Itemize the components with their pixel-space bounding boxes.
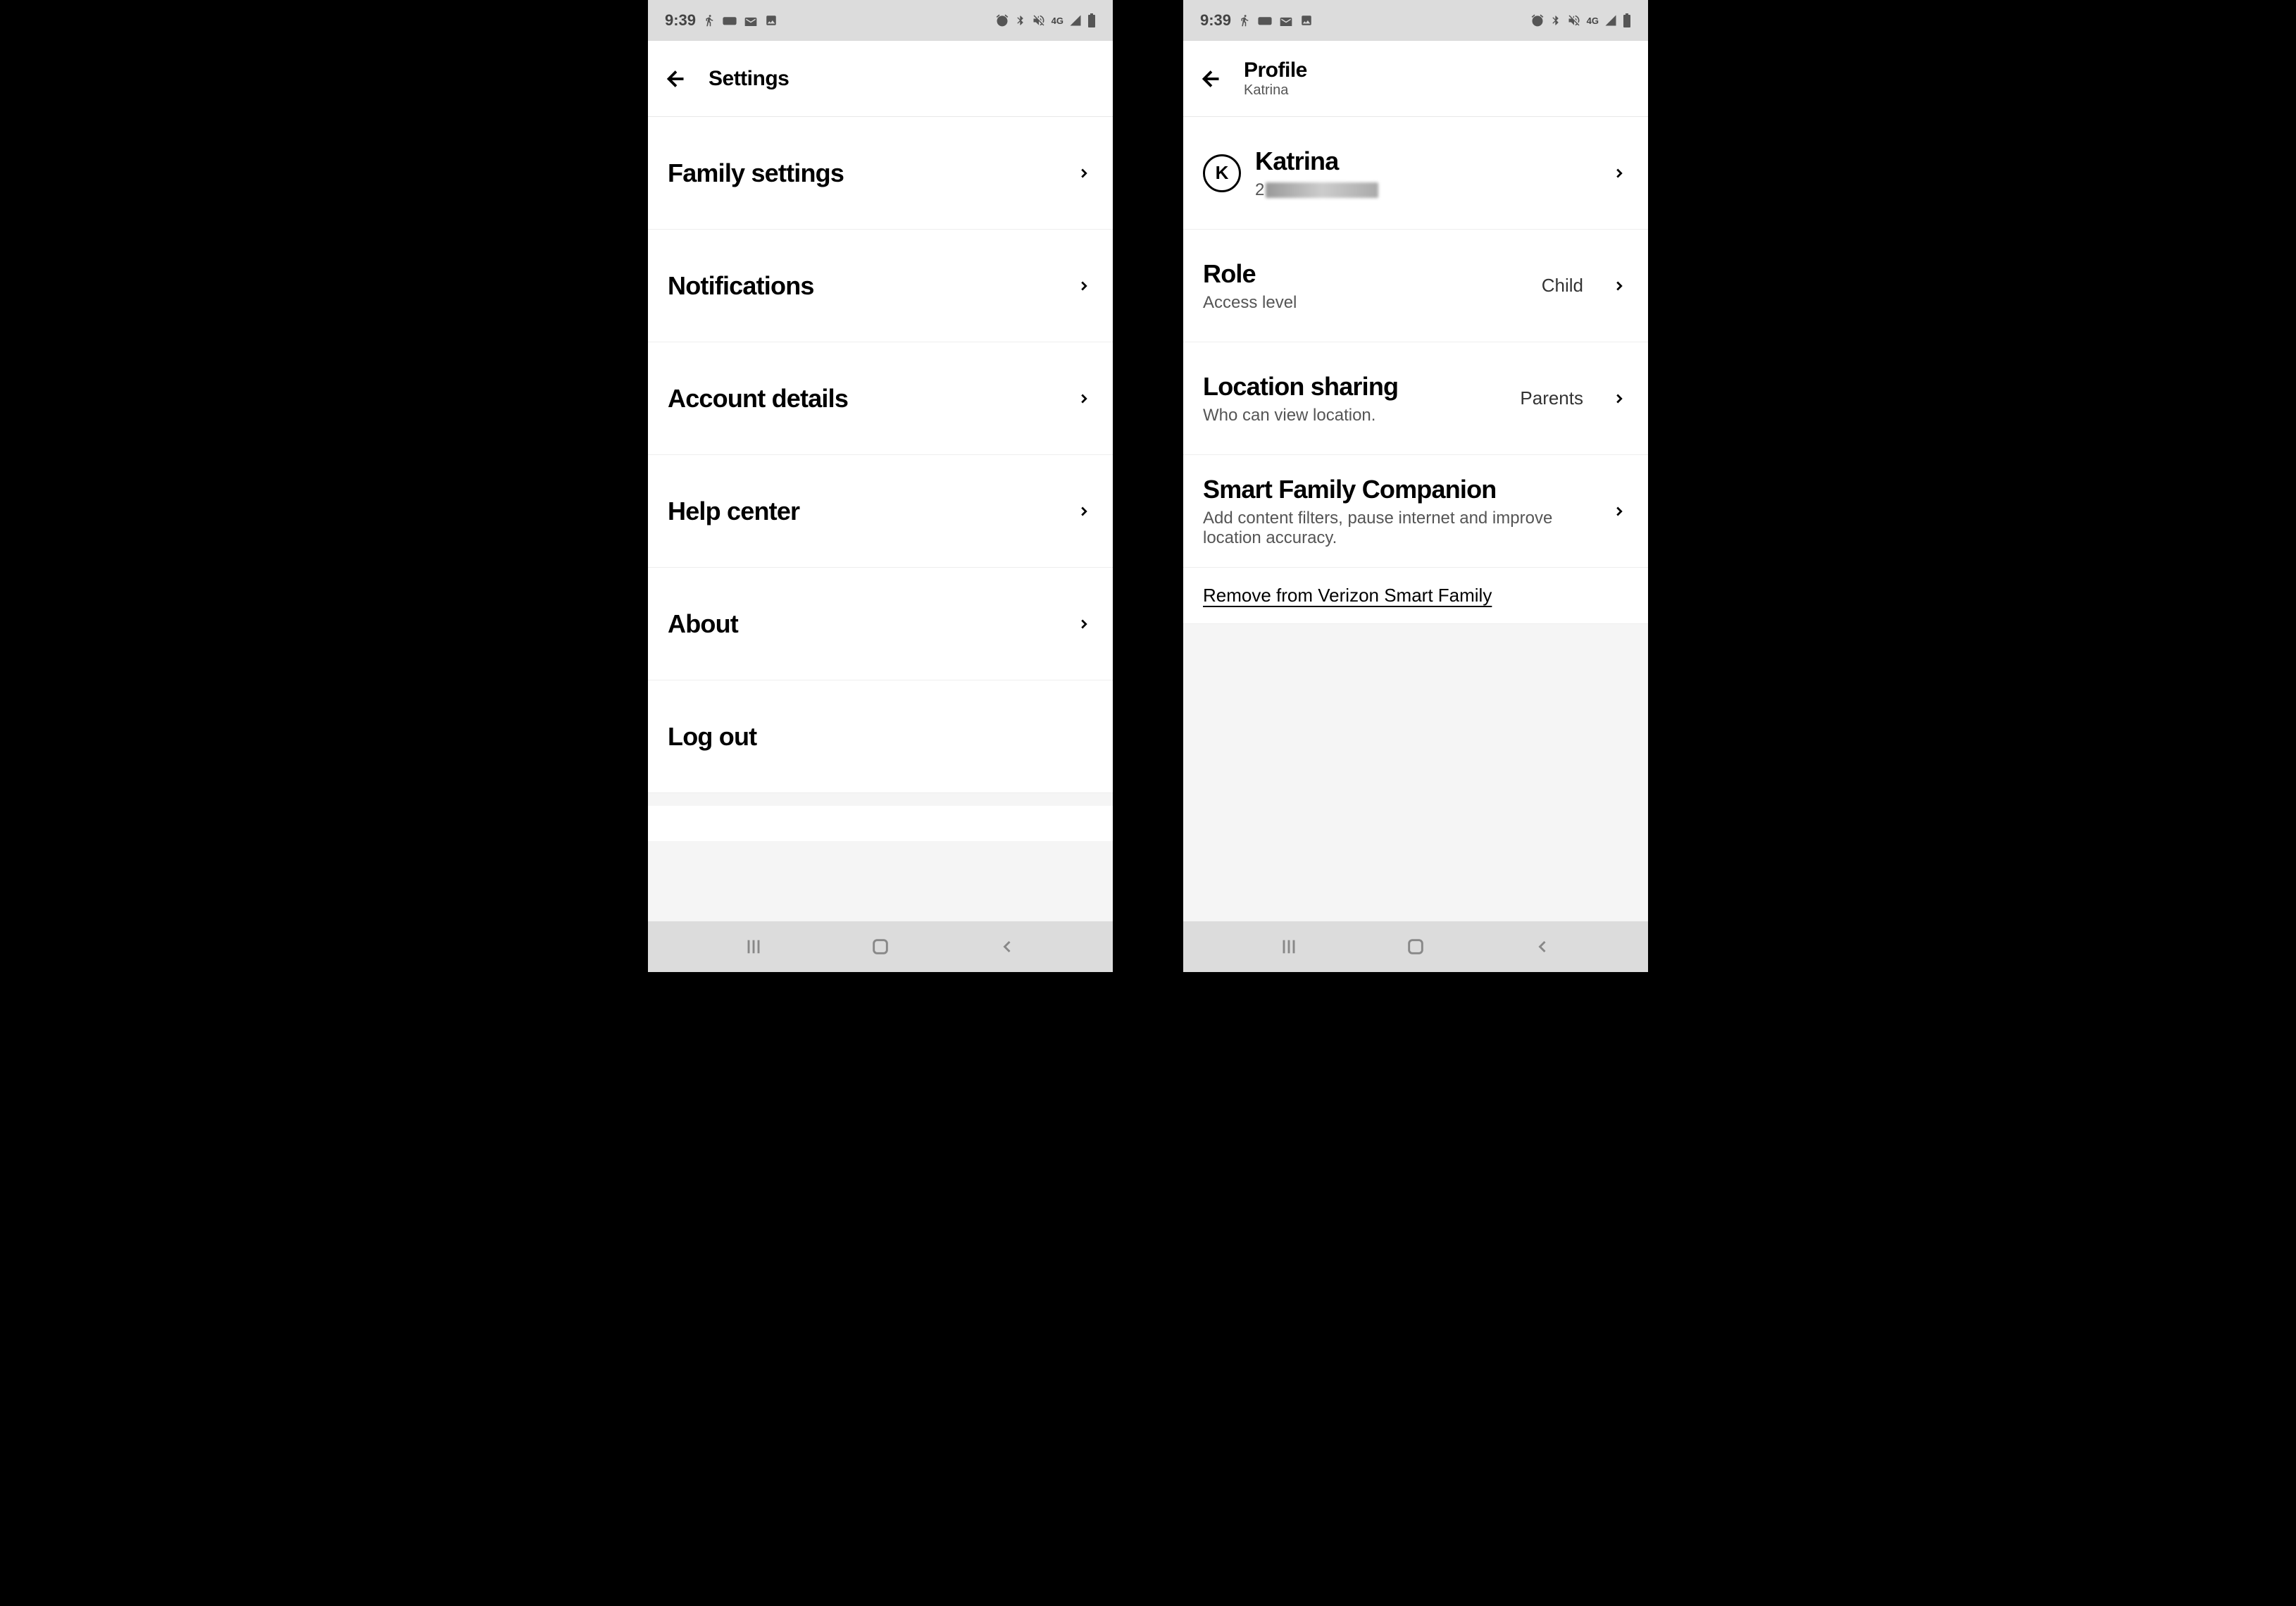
image-icon: [765, 14, 778, 27]
notifications-item[interactable]: Notifications: [648, 230, 1113, 342]
battery-icon: [1087, 13, 1096, 27]
profile-header-item[interactable]: K Katrina 2: [1183, 117, 1648, 230]
list-item-title: Notifications: [668, 271, 1061, 301]
network-4g-icon: 4G: [1052, 15, 1063, 26]
avatar-letter: K: [1216, 162, 1229, 184]
status-time: 9:39: [665, 11, 696, 30]
home-button[interactable]: [1400, 931, 1431, 962]
location-sharing-item[interactable]: Location sharing Who can view location. …: [1183, 342, 1648, 455]
chevron-right-icon: [1610, 502, 1628, 521]
profile-screen: 9:39 4G Profile Katrina: [1183, 0, 1648, 972]
activity-icon: [1238, 14, 1251, 27]
status-left: 9:39: [1200, 11, 1313, 30]
list-item-title: Location sharing: [1203, 372, 1506, 402]
list-item-title: Help center: [668, 497, 1061, 526]
list-item-title: Smart Family Companion: [1203, 475, 1596, 504]
list-item-title: About: [668, 609, 1061, 639]
app-header: Profile Katrina: [1183, 41, 1648, 117]
recents-button[interactable]: [738, 931, 769, 962]
status-bar: 9:39 4G: [648, 0, 1113, 41]
status-right: 4G: [995, 13, 1096, 27]
chevron-right-icon: [1075, 164, 1093, 182]
bluetooth-icon: [1550, 13, 1561, 27]
role-item[interactable]: Role Access level Child: [1183, 230, 1648, 342]
location-sharing-value: Parents: [1520, 387, 1583, 409]
chevron-right-icon: [1075, 390, 1093, 408]
mail-icon: [1279, 15, 1293, 26]
header-title: Settings: [709, 67, 789, 91]
list-item-title: Log out: [668, 722, 1093, 752]
role-value: Child: [1542, 275, 1583, 297]
chevron-right-icon: [1075, 277, 1093, 295]
chevron-right-icon: [1610, 277, 1628, 295]
list-item-title: Family settings: [668, 158, 1061, 188]
mail-icon: [744, 15, 758, 26]
avatar: K: [1203, 154, 1241, 192]
remove-link[interactable]: Remove from Verizon Smart Family: [1183, 568, 1648, 624]
recents-button[interactable]: [1273, 931, 1304, 962]
alarm-icon: [1530, 13, 1545, 27]
image-icon: [1300, 14, 1313, 27]
network-4g-icon: 4G: [1587, 15, 1599, 26]
chevron-right-icon: [1610, 390, 1628, 408]
status-time: 9:39: [1200, 11, 1231, 30]
profile-phone: 2: [1255, 180, 1596, 200]
back-nav-button[interactable]: [992, 931, 1023, 962]
profile-content: K Katrina 2 Role Access level Child: [1183, 117, 1648, 921]
back-button[interactable]: [1196, 63, 1227, 94]
profile-name: Katrina: [1255, 147, 1596, 176]
signal-icon: [1604, 14, 1617, 27]
vpn-icon: [1258, 15, 1272, 26]
status-bar: 9:39 4G: [1183, 0, 1648, 41]
log-out-item[interactable]: Log out: [648, 680, 1113, 793]
smart-family-companion-item[interactable]: Smart Family Companion Add content filte…: [1183, 455, 1648, 568]
chevron-right-icon: [1075, 615, 1093, 633]
account-details-item[interactable]: Account details: [648, 342, 1113, 455]
header-subtitle: Katrina: [1244, 82, 1307, 99]
signal-icon: [1069, 14, 1082, 27]
settings-screen: 9:39 4G Settings Family settings: [648, 0, 1113, 972]
mute-icon: [1567, 13, 1581, 27]
activity-icon: [703, 14, 716, 27]
home-button[interactable]: [865, 931, 896, 962]
list-item-subtitle: Who can view location.: [1203, 406, 1506, 425]
status-left: 9:39: [665, 11, 778, 30]
help-center-item[interactable]: Help center: [648, 455, 1113, 568]
back-button[interactable]: [661, 63, 692, 94]
app-header: Settings: [648, 41, 1113, 117]
redacted-phone: [1266, 182, 1378, 198]
bluetooth-icon: [1015, 13, 1026, 27]
android-nav-bar: [1183, 921, 1648, 972]
battery-icon: [1623, 13, 1631, 27]
settings-list: Family settings Notifications Account de…: [648, 117, 1113, 921]
list-item-title: Account details: [668, 384, 1061, 413]
list-item-subtitle: Access level: [1203, 293, 1528, 313]
list-item-title: Role: [1203, 259, 1528, 289]
empty-space: [648, 806, 1113, 841]
back-nav-button[interactable]: [1527, 931, 1558, 962]
about-item[interactable]: About: [648, 568, 1113, 680]
mute-icon: [1032, 13, 1046, 27]
chevron-right-icon: [1075, 502, 1093, 521]
remove-link-text: Remove from Verizon Smart Family: [1203, 585, 1492, 606]
family-settings-item[interactable]: Family settings: [648, 117, 1113, 230]
chevron-right-icon: [1610, 164, 1628, 182]
list-item-subtitle: Add content filters, pause internet and …: [1203, 509, 1596, 548]
vpn-icon: [723, 15, 737, 26]
alarm-icon: [995, 13, 1009, 27]
header-title: Profile: [1244, 58, 1307, 82]
status-right: 4G: [1530, 13, 1631, 27]
android-nav-bar: [648, 921, 1113, 972]
